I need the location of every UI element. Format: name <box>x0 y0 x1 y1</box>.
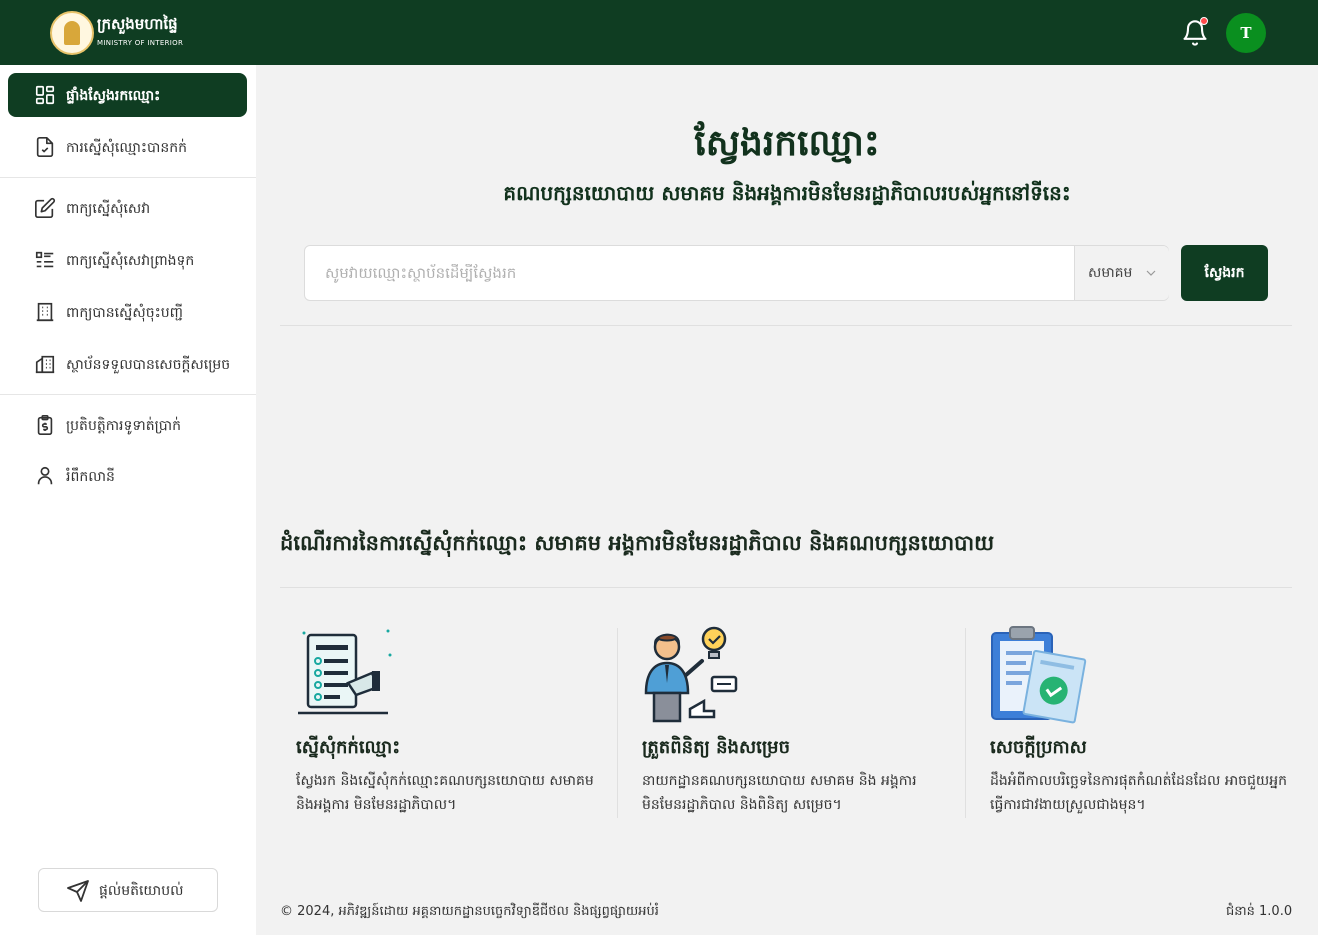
sidebar-item-label: ពាក្យបានស្នើសុំចុះបញ្ជី <box>66 305 183 321</box>
notification-dot <box>1200 17 1208 25</box>
sidebar-item-profile[interactable]: រំពឹកលានី <box>8 454 247 498</box>
sidebar-item-label: ការស្នើសុំឈ្មោះបានកក់ <box>66 140 187 156</box>
payment-clipboard-icon <box>37 415 53 435</box>
logo-title: ក្រសួងមហាផ្ទៃ <box>97 15 178 33</box>
buildings-icon <box>35 355 55 374</box>
process-title: ដំណើរការនៃការស្នើសុំកក់ឈ្មោះ សមាគម អង្គក… <box>280 531 995 555</box>
list-icon <box>35 251 54 268</box>
sidebar-item-label: រំពឹកលានី <box>66 469 115 485</box>
edit-icon <box>35 197 56 218</box>
selected-type: សមាគម <box>1088 265 1133 281</box>
feedback-label: ផ្ដល់មតិយោបល់ <box>99 883 184 899</box>
chevron-down-icon <box>1146 270 1156 276</box>
ministry-logo[interactable] <box>50 11 94 55</box>
feedback-button[interactable]: ផ្ដល់មតិយោបល់ <box>38 868 218 912</box>
sidebar-item-label: ស្ថាប័នទទួលបានសេចក្ដីសម្រេច <box>66 357 231 373</box>
sidebar-item-payment-transactions[interactable]: ប្រតិបត្តិការទូទាត់ប្រាក់ <box>8 403 247 447</box>
step-title: ស្នើសុំកក់ឈ្មោះ <box>296 737 401 758</box>
sidebar-item-draft-requests[interactable]: ពាក្យស្នើសុំសេវាព្រាងទុក <box>8 238 247 282</box>
sidebar-item-label: ពាក្យស្នើសុំសេវា <box>66 201 151 217</box>
document-form-icon <box>298 629 392 715</box>
dashboard-grid-icon <box>35 85 55 105</box>
search-button[interactable]: ស្វែងរក <box>1181 245 1268 301</box>
reviewer-person-icon <box>644 626 738 723</box>
building-icon <box>36 302 54 322</box>
sidebar-item-approved-institutions[interactable]: ស្ថាប័នទទួលបានសេចក្ដីសម្រេច <box>8 342 247 386</box>
sidebar-item-label: ពាក្យស្នើសុំសេវាព្រាងទុក <box>66 253 195 269</box>
step-title: ត្រួតពិនិត្យ និងសម្រេច <box>642 737 791 758</box>
sidebar-divider <box>0 177 256 178</box>
sidebar-item-reserved-names[interactable]: ការស្នើសុំឈ្មោះបានកក់ <box>8 125 247 169</box>
step-divider <box>617 628 618 818</box>
sidebar-item-name-search-dashboard[interactable]: ផ្ទាំងស្វែងរកឈ្មោះ <box>8 73 247 117</box>
step-divider <box>965 628 966 818</box>
search-input[interactable] <box>305 246 1074 300</box>
logo-subtitle: MINISTRY OF INTERIOR <box>97 39 184 47</box>
sidebar-item-label: ផ្ទាំងស្វែងរកឈ្មោះ <box>66 88 161 104</box>
user-avatar[interactable]: T <box>1226 13 1266 53</box>
step-description: ដឹងអំពីកាលបរិច្ឆេទនៃការផុតកំណត់ដែនដែល អា… <box>990 773 1288 813</box>
clipboard-approved-icon <box>991 626 1087 724</box>
step-description: ស្វែងរក និងស្នើសុំកក់ឈ្មោះគណបក្សនយោបាយ ស… <box>296 773 594 813</box>
sidebar-divider <box>0 394 256 395</box>
send-icon <box>67 880 89 902</box>
sidebar: ផ្ទាំងស្វែងរកឈ្មោះ ការស្នើសុំឈ្មោះបានកក់… <box>0 65 256 935</box>
page-title: ស្វែងរកឈ្មោះ <box>694 123 880 164</box>
top-bar: ក្រសួងមហាផ្ទៃ MINISTRY OF INTERIOR T <box>0 0 1318 65</box>
user-icon <box>37 466 53 485</box>
sidebar-item-service-requests[interactable]: ពាក្យស្នើសុំសេវា <box>8 186 247 230</box>
sidebar-item-registered-requests[interactable]: ពាក្យបានស្នើសុំចុះបញ្ជី <box>8 290 247 334</box>
section-divider <box>280 325 1292 326</box>
organization-type-select[interactable]: សមាគម <box>1074 246 1169 300</box>
sidebar-item-label: ប្រតិបត្តិការទូទាត់ប្រាក់ <box>66 418 181 434</box>
footer-copyright: © 2024, អភិវឌ្ឍន៍ដោយ អគ្គនាយកដ្ឋានបច្ចេក… <box>280 904 659 919</box>
step-description: នាយកដ្ឋានគណបក្សនយោបាយ សមាគម និង អង្គការម… <box>642 773 917 813</box>
step-title: សេចក្ដីប្រកាស <box>990 737 1087 758</box>
file-check-icon <box>36 137 54 157</box>
page-subtitle: គណបក្សនយោបាយ សមាគម និងអង្គការមិនមែនរដ្ឋា… <box>503 181 1071 205</box>
section-divider <box>280 587 1292 588</box>
footer-version: ជំនាន់ 1.0.0 <box>1226 904 1293 919</box>
search-bar: សមាគម <box>304 245 1169 301</box>
